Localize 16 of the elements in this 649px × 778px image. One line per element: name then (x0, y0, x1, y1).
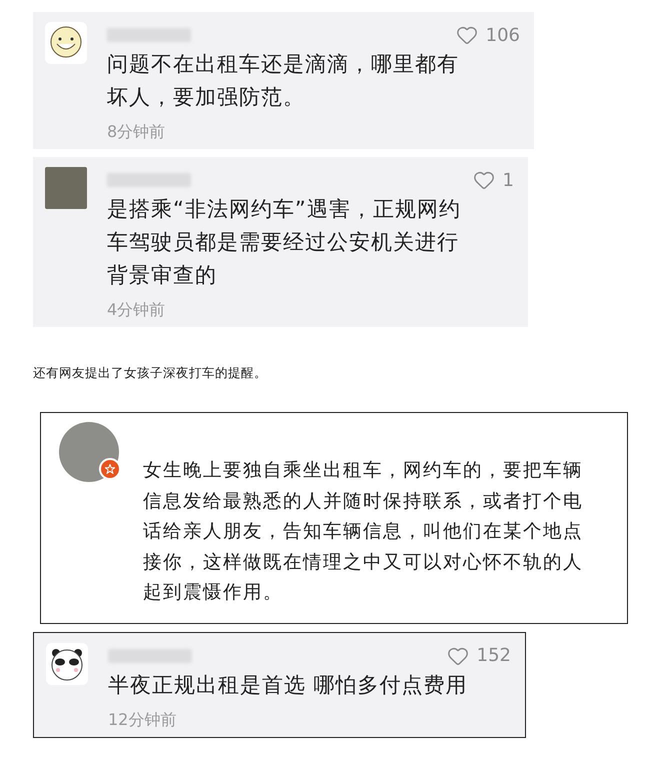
panda-avatar-icon (46, 642, 88, 684)
like-count[interactable]: 152 (446, 644, 511, 666)
like-count[interactable]: 1 (472, 169, 514, 191)
comment-text: 是搭乘“非法网约车”遇害，正规网约车驾驶员都是需要经过公安机关进行背景审查的 (107, 196, 462, 289)
heart-icon (472, 169, 495, 191)
cat-avatar-icon (45, 22, 87, 64)
comment-time: 12分钟前 (108, 710, 178, 730)
like-count[interactable]: 106 (456, 24, 520, 46)
heart-icon (456, 24, 478, 46)
comment-text: 问题不在出租车还是滴滴，哪里都有坏人，要加强防范。 (107, 51, 460, 111)
comment-text: 女生晚上要独自乘坐出租车，网约车的，要把车辆信息发给最熟悉的人并随时保持联系，或者打个电话给亲人朋友，告知车辆信息，叫他们在某个地点接你，这样做既在情理之中又可以对心怀不轨的人起到震慑作用。 (143, 459, 584, 605)
avatar-photo-placeholder (45, 167, 87, 209)
comment-text: 半夜正规出租是首选 哪怕多付点费用 (108, 672, 469, 698)
comment-time: 4分钟前 (107, 300, 166, 321)
comment-time: 8分钟前 (107, 122, 166, 143)
article-paragraph: 还有网友提出了女孩子深夜打车的提醒。 (33, 365, 268, 382)
